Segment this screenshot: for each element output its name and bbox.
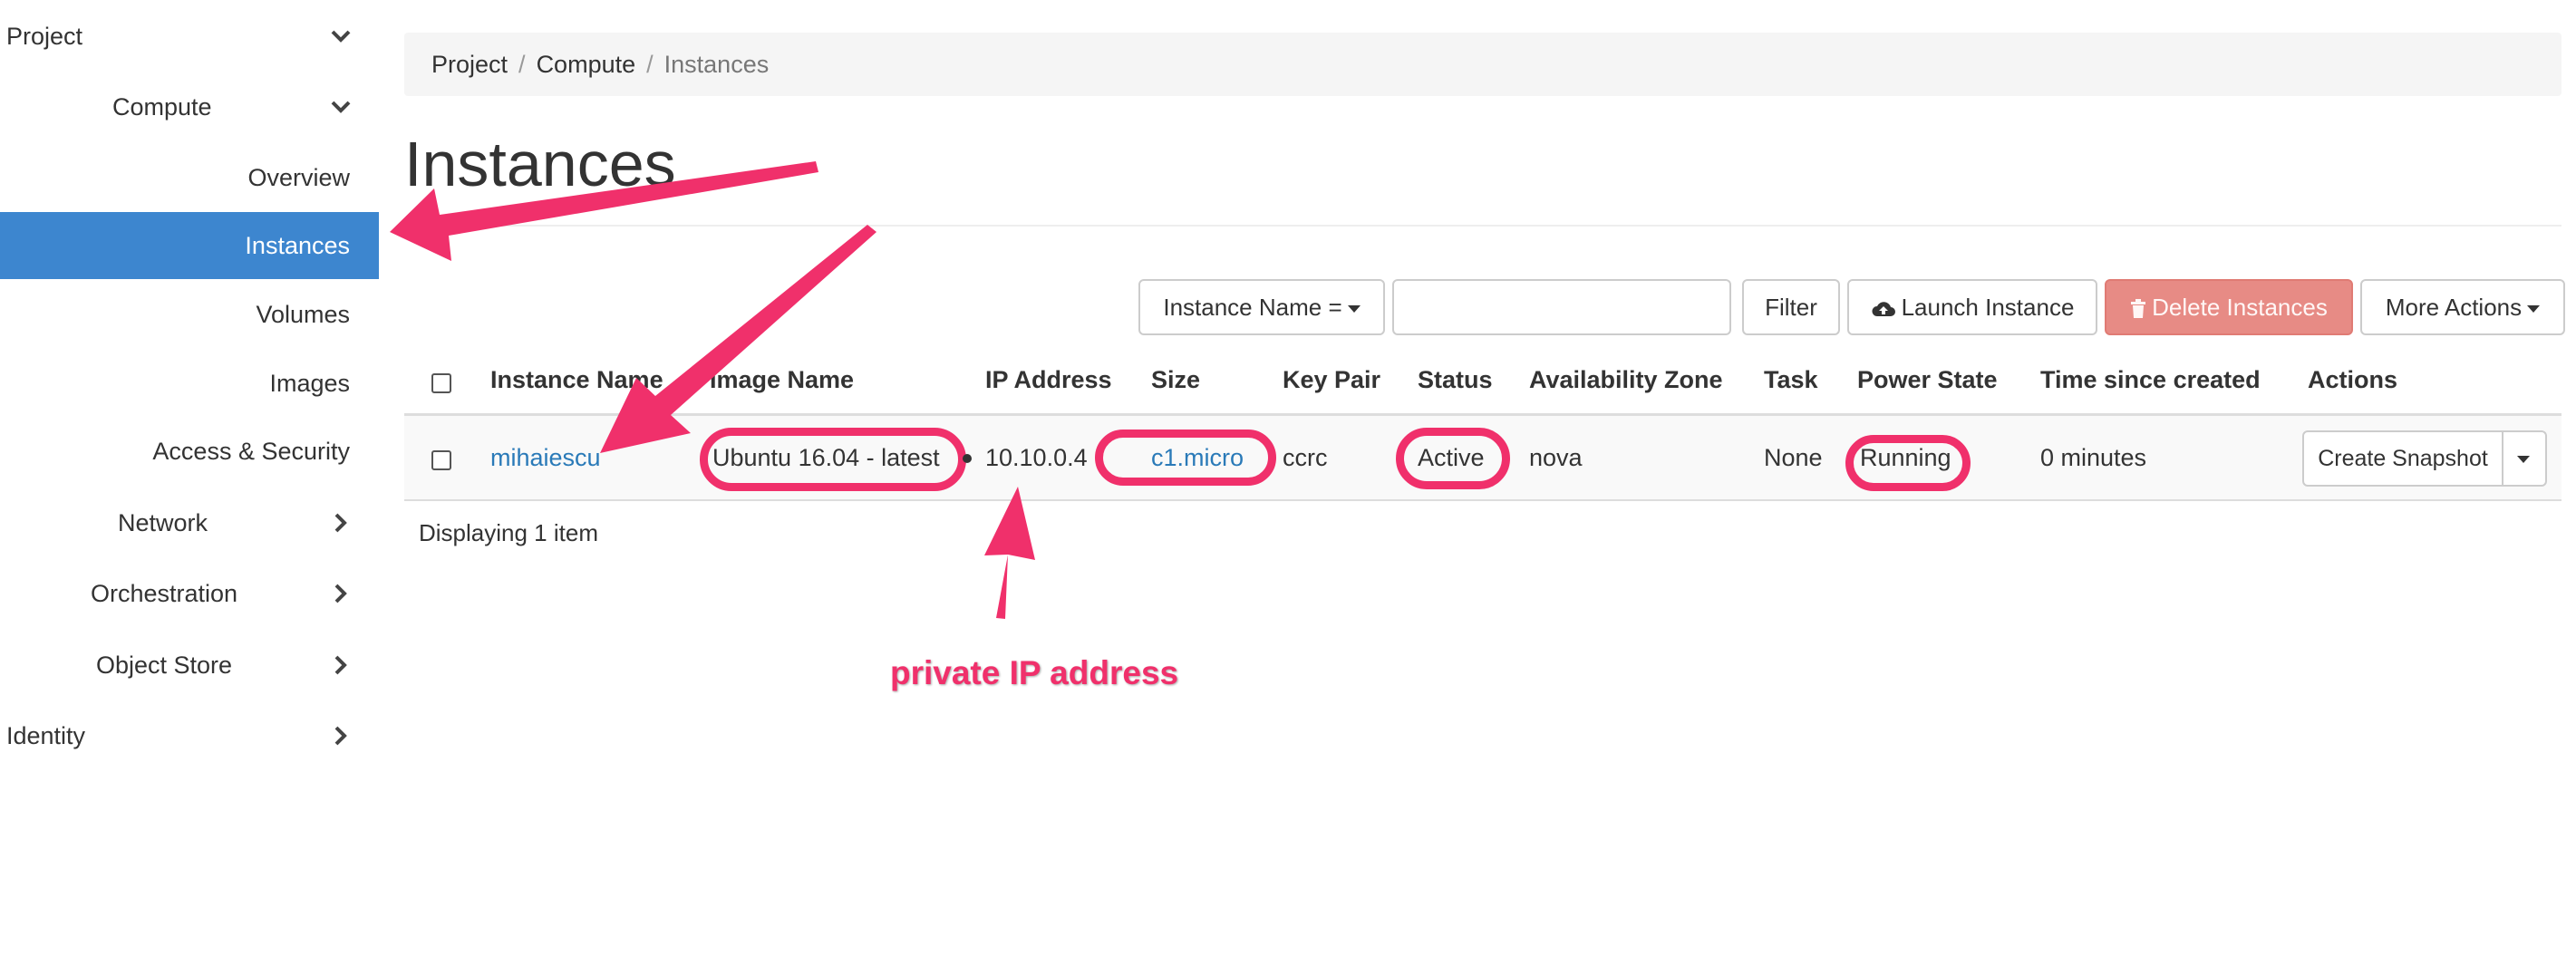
arrow-to-ip-address (984, 487, 1035, 619)
annotation-dot (963, 454, 972, 463)
arrow-to-instances-nav (390, 161, 818, 261)
annotation-label: private IP address (890, 654, 1179, 691)
arrow-to-instance-name (600, 225, 876, 453)
annotation-arrows (390, 161, 1035, 619)
